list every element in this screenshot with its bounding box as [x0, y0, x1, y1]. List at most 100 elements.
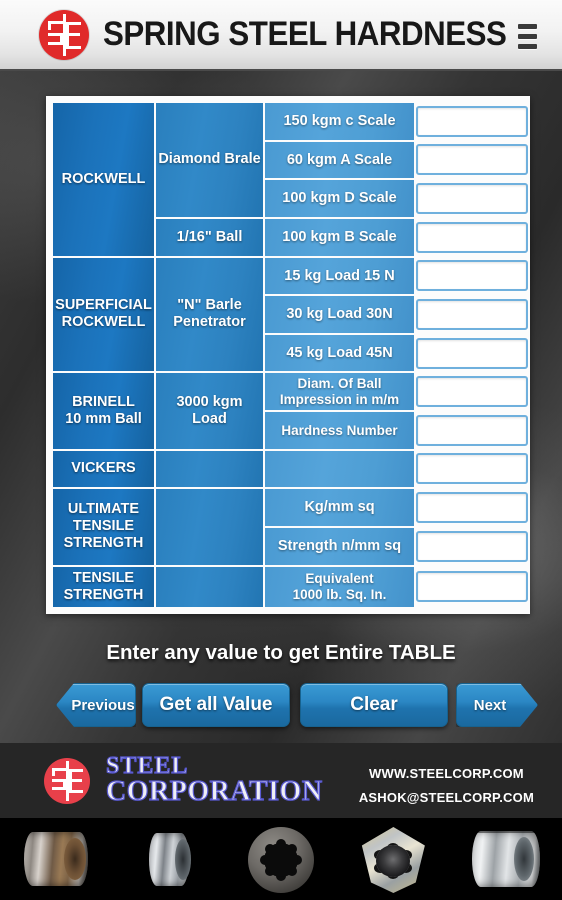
scale-empty [265, 450, 414, 488]
scale-kg-mm-sq: Kg/mm sq [265, 489, 414, 526]
table-row: VICKERS [53, 450, 528, 488]
company-brand-name: STEEL CORPORATION [105, 752, 323, 808]
scale-line-1: Equivalent [305, 571, 374, 587]
category-line-1: BRINELL [72, 393, 135, 410]
product-image-toothed-gear-disc [237, 824, 325, 894]
scale-100kgm-b: 100 kgm B Scale [265, 218, 414, 256]
value-cell [416, 528, 528, 565]
penetrator-line-2: Penetrator [173, 314, 246, 331]
previous-button[interactable]: Previous [56, 683, 136, 727]
category-superficial-rockwell: SUPERFICIAL ROCKWELL [53, 257, 154, 372]
product-image-strip [0, 818, 562, 900]
page-footer: STEEL CORPORATION WWW.STEELCORP.COM ASHO… [0, 743, 562, 818]
input-hardness-number[interactable] [416, 414, 528, 446]
input-equivalent-1000lb-sq-in[interactable] [416, 571, 528, 603]
penetrator-diamond-brale: Diamond Brale [156, 103, 263, 217]
input-vickers[interactable] [416, 453, 528, 485]
value-cell [416, 180, 528, 217]
scale-15kg-15n: 15 kg Load 15 N [265, 257, 414, 295]
scale-equivalent-1000lb: Equivalent 1000 lb. Sq. In. [265, 566, 414, 607]
table-row: BRINELL 10 mm Ball 3000 kgm Load Diam. O… [53, 373, 528, 449]
input-strength-n-mm-sq[interactable] [416, 530, 528, 562]
scale-100kgm-d: 100 kgm D Scale [265, 180, 414, 217]
app-header: SPRING STEEL HARDNESS [0, 0, 562, 71]
input-150kgm-c-scale[interactable] [416, 105, 528, 137]
scale-line-2: 1000 lb. Sq. In. [292, 586, 387, 602]
product-image-slit-steel-coil [125, 824, 213, 894]
input-15kg-load-15n[interactable] [416, 260, 528, 292]
input-100kgm-b-scale[interactable] [416, 221, 528, 253]
penetrator-line-1: 3000 kgm [176, 393, 243, 410]
scale-60kgm-a: 60 kgm A Scale [265, 141, 414, 179]
scale-strength-n-mm-sq: Strength n/mm sq [265, 527, 414, 565]
category-line-3: STRENGTH [63, 535, 144, 552]
input-kg-mm-sq[interactable] [416, 492, 528, 524]
input-45kg-load-45n[interactable] [416, 337, 528, 369]
scale-line-1: Diam. Of Ball [297, 376, 382, 392]
value-cell [416, 219, 528, 256]
input-60kgm-a-scale[interactable] [416, 144, 528, 176]
table-row: TENSILE STRENGTH Equivalent 1000 lb. Sq.… [53, 566, 528, 608]
category-tensile-strength: TENSILE STRENGTH [53, 566, 154, 607]
value-cell [416, 412, 528, 449]
action-button-row: Previous Get all Value Clear Next [0, 683, 562, 727]
scale-hardness-number: Hardness Number [265, 412, 414, 449]
value-cell [416, 335, 528, 372]
scale-45kg-45n: 45 kg Load 45N [265, 334, 414, 372]
sc-logo-icon [39, 9, 89, 60]
hardness-table-frame: ROCKWELL Diamond Brale 150 kgm c Scale 6… [46, 96, 530, 614]
sc-logo-icon-footer [44, 757, 90, 804]
category-line-2: STRENGTH [63, 586, 144, 603]
value-cell [416, 142, 528, 179]
scale-150kgm-c: 150 kgm c Scale [265, 103, 414, 140]
category-ultimate-tensile-strength: ULTIMATE TENSILE STRENGTH [53, 489, 154, 565]
category-line-1: TENSILE [72, 569, 135, 586]
penetrator-empty [156, 450, 263, 488]
value-cell [416, 567, 528, 608]
penetrator-empty [156, 566, 263, 607]
hamburger-menu-icon[interactable] [510, 18, 544, 54]
scale-diam-of-ball: Diam. Of Ball Impression in m/m [265, 373, 414, 410]
category-line-2: ROCKWELL [61, 314, 146, 331]
next-button[interactable]: Next [456, 683, 538, 727]
penetrator-empty [156, 489, 263, 565]
page-title: SPRING STEEL HARDNESS [103, 15, 507, 53]
value-cell [416, 373, 528, 410]
penetrator-3000kgm-load: 3000 kgm Load [156, 373, 263, 449]
scale-30kg-30n: 30 kg Load 30N [265, 296, 414, 333]
instruction-text: Enter any value to get Entire TABLE [106, 641, 456, 664]
category-line-2: 10 mm Ball [65, 411, 142, 427]
value-cell [416, 258, 528, 295]
penetrator-line-2: Load [192, 411, 227, 427]
penetrator-line-1: "N" Barle [177, 297, 242, 314]
hardness-table: ROCKWELL Diamond Brale 150 kgm c Scale 6… [51, 101, 528, 609]
product-image-steel-coil-bronze [12, 824, 100, 894]
value-cell [416, 103, 528, 140]
table-row: ROCKWELL Diamond Brale 150 kgm c Scale [53, 103, 528, 256]
penetrator-116-ball: 1/16" Ball [156, 218, 263, 256]
contact-info: WWW.STEELCORP.COM ASHOK@STEELCORP.COM [359, 762, 534, 810]
get-all-value-button[interactable]: Get all Value [142, 683, 290, 727]
website-link[interactable]: WWW.STEELCORP.COM [359, 762, 534, 786]
table-row: ULTIMATE TENSILE STRENGTH Kg/mm sq [53, 489, 528, 565]
value-cell [416, 296, 528, 333]
value-cell [416, 451, 528, 488]
category-vickers: VICKERS [53, 450, 154, 488]
value-cell [416, 489, 528, 526]
category-line-1: ULTIMATE [67, 501, 140, 518]
category-rockwell: ROCKWELL [53, 103, 154, 256]
product-image-clutch-plate [349, 824, 437, 894]
penetrator-n-barle: "N" Barle Penetrator [156, 257, 263, 372]
category-line-2: TENSILE [72, 518, 135, 535]
category-brinell: BRINELL 10 mm Ball [53, 373, 154, 449]
input-30kg-load-30n[interactable] [416, 298, 528, 330]
clear-button[interactable]: Clear [300, 683, 448, 727]
brand-line-2: CORPORATION [105, 776, 323, 808]
input-diam-of-ball-impression[interactable] [416, 376, 528, 408]
category-line-1: SUPERFICIAL [55, 297, 152, 314]
input-100kgm-d-scale[interactable] [416, 183, 528, 215]
scale-line-2: Impression in m/m [279, 391, 400, 407]
brand-line-1: STEEL [105, 752, 189, 779]
email-link[interactable]: ASHOK@STEELCORP.COM [359, 786, 534, 810]
table-row: SUPERFICIAL ROCKWELL "N" Barle Penetrato… [53, 257, 528, 372]
